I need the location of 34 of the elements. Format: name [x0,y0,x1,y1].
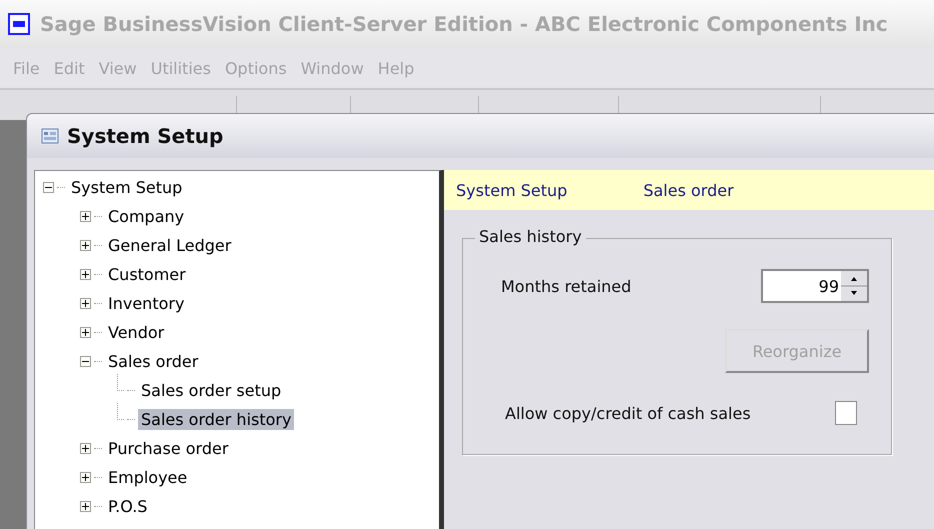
expander-icon[interactable] [80,298,91,309]
tree-item[interactable]: Employee [105,467,190,488]
app-logo-icon [8,13,30,35]
breadcrumb-item: Sales order [643,180,734,200]
breadcrumb-item: System Setup [456,180,568,200]
tree-item[interactable]: Vendor [105,322,168,343]
tree-item[interactable]: P.O.S [105,496,150,517]
expander-icon[interactable] [80,240,91,251]
expander-icon[interactable] [80,472,91,483]
tree-item[interactable]: System Setup [68,177,186,198]
checkbox-label: Allow copy/credit of cash sales [505,404,751,422]
spin-field[interactable]: 99 [761,269,869,303]
expander-icon[interactable] [80,356,91,367]
dialog-title: System Setup [67,124,224,148]
expander-icon[interactable] [80,443,91,454]
tree-item[interactable]: Sales order setup [138,380,284,401]
window-title: Sage BusinessVision Client-Server Edition - ABC Electronic Components Inc [40,12,888,36]
tree-item[interactable]: Purchase order [105,438,232,459]
spin-arrows-icon[interactable] [841,271,867,301]
tree-item[interactable]: Sales order history [138,409,294,430]
group-title: Sales history [475,227,586,246]
checkbox[interactable] [835,401,857,425]
tree-item[interactable]: General Ledger [105,235,234,256]
expander-icon[interactable] [43,182,54,193]
expander-icon[interactable] [80,327,91,338]
expander-icon[interactable] [80,211,91,222]
field-label: Months retained [501,276,632,296]
window-icon [41,128,59,144]
tree-item[interactable]: Customer [105,264,189,285]
tree-item[interactable]: Inventory [105,293,188,314]
tree-item[interactable]: Sales order [105,351,202,372]
expander-icon[interactable] [80,269,91,280]
tree-item[interactable]: Company [105,206,188,227]
expander-icon[interactable] [80,501,91,512]
